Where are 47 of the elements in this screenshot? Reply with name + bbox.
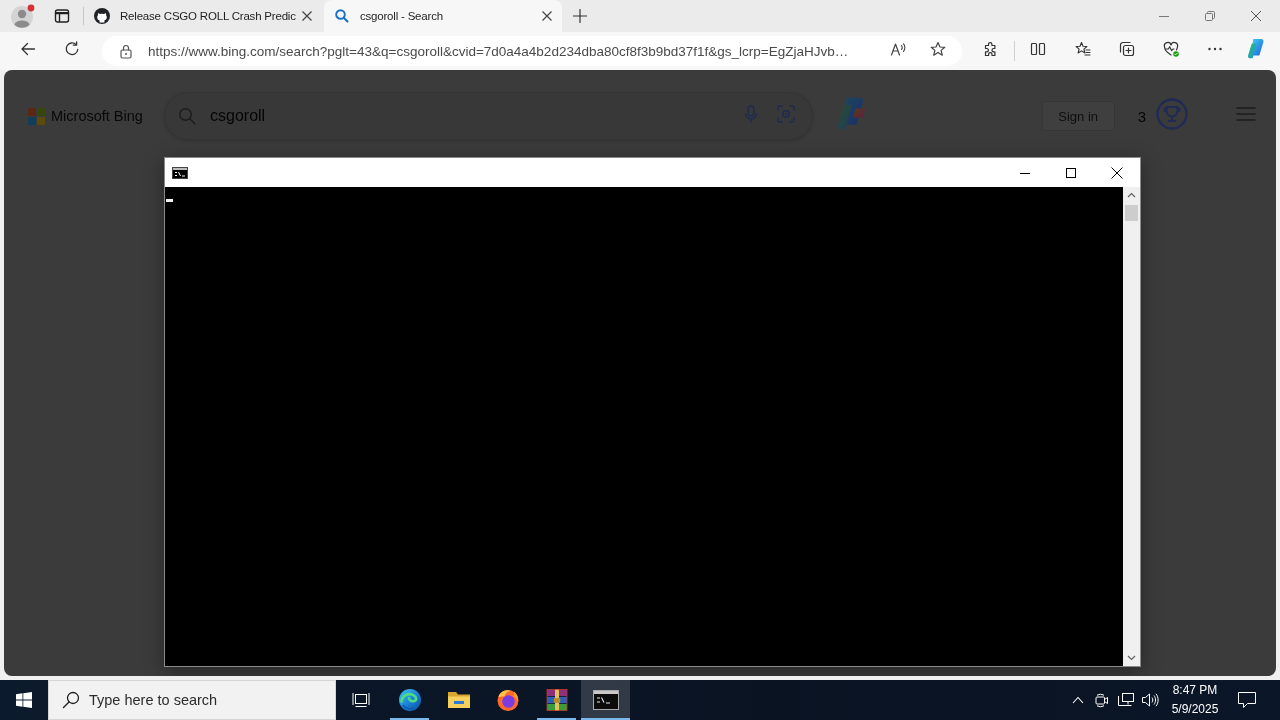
heart-pulse-icon[interactable] (1163, 41, 1179, 57)
close-icon[interactable] (1251, 11, 1261, 21)
browser-tab[interactable]: Release CSGO ROLL Crash Predic (84, 0, 322, 32)
text-cursor-icon (166, 199, 173, 202)
terminal-icon (172, 166, 188, 179)
scrollbar-thumb[interactable] (1125, 205, 1138, 221)
winrar-icon (544, 688, 569, 712)
notification-icon[interactable] (1237, 691, 1257, 709)
network-icon[interactable] (1117, 692, 1135, 708)
maximize-icon[interactable] (1066, 167, 1076, 178)
back-arrow-icon[interactable] (20, 41, 36, 57)
github-logo-icon (94, 8, 110, 24)
chevron-up-icon[interactable] (1072, 696, 1084, 704)
scrollbar[interactable] (1123, 187, 1140, 666)
address-bar[interactable]: https://www.bing.com/search?pglt=43&q=csgoroll&cvid=7d0a4a4b2d234dba80cf8f3b9bd37f1f&gs_lcrp=EgZjaHJvb… (102, 36, 962, 66)
favorites-icon[interactable] (1075, 41, 1091, 57)
firefox-icon (495, 688, 520, 712)
lock-icon[interactable] (118, 43, 134, 59)
close-icon[interactable] (1111, 166, 1123, 179)
tab-actions-icon[interactable] (54, 8, 70, 24)
close-icon[interactable] (302, 11, 312, 21)
volume-icon[interactable] (1141, 692, 1159, 708)
camera-icon[interactable] (1094, 692, 1110, 708)
terminal-icon (592, 690, 619, 710)
folder-icon (446, 690, 471, 710)
clock-date[interactable]: 5/9/2025 (1171, 700, 1219, 719)
clock-time[interactable]: 8:47 PM (1172, 681, 1218, 700)
favorite-star-icon[interactable] (930, 41, 946, 57)
windows-logo-icon (16, 692, 32, 708)
taskbar-search-bar[interactable]: Type here to search (48, 680, 336, 720)
read-aloud-icon[interactable] (890, 41, 906, 57)
refresh-icon[interactable] (64, 41, 80, 57)
search-icon (334, 8, 350, 24)
taskbar-search-input[interactable]: Type here to search (89, 692, 335, 708)
new-tab-icon[interactable] (573, 9, 587, 23)
taskbar-app-button[interactable] (581, 680, 630, 720)
split-screen-icon[interactable] (1030, 41, 1046, 57)
browser-tab[interactable]: csgoroll - Search (324, 0, 562, 32)
microsoft-logo-icon (28, 107, 45, 125)
close-icon[interactable] (542, 11, 552, 21)
collections-icon[interactable] (1119, 41, 1135, 57)
task-view-icon[interactable] (351, 692, 370, 708)
profile-avatar-icon[interactable] (10, 3, 36, 29)
edge-browser-icon (397, 688, 422, 712)
search-icon (62, 691, 80, 709)
puzzle-piece-icon[interactable] (983, 41, 999, 57)
restore-icon[interactable] (1205, 11, 1215, 21)
